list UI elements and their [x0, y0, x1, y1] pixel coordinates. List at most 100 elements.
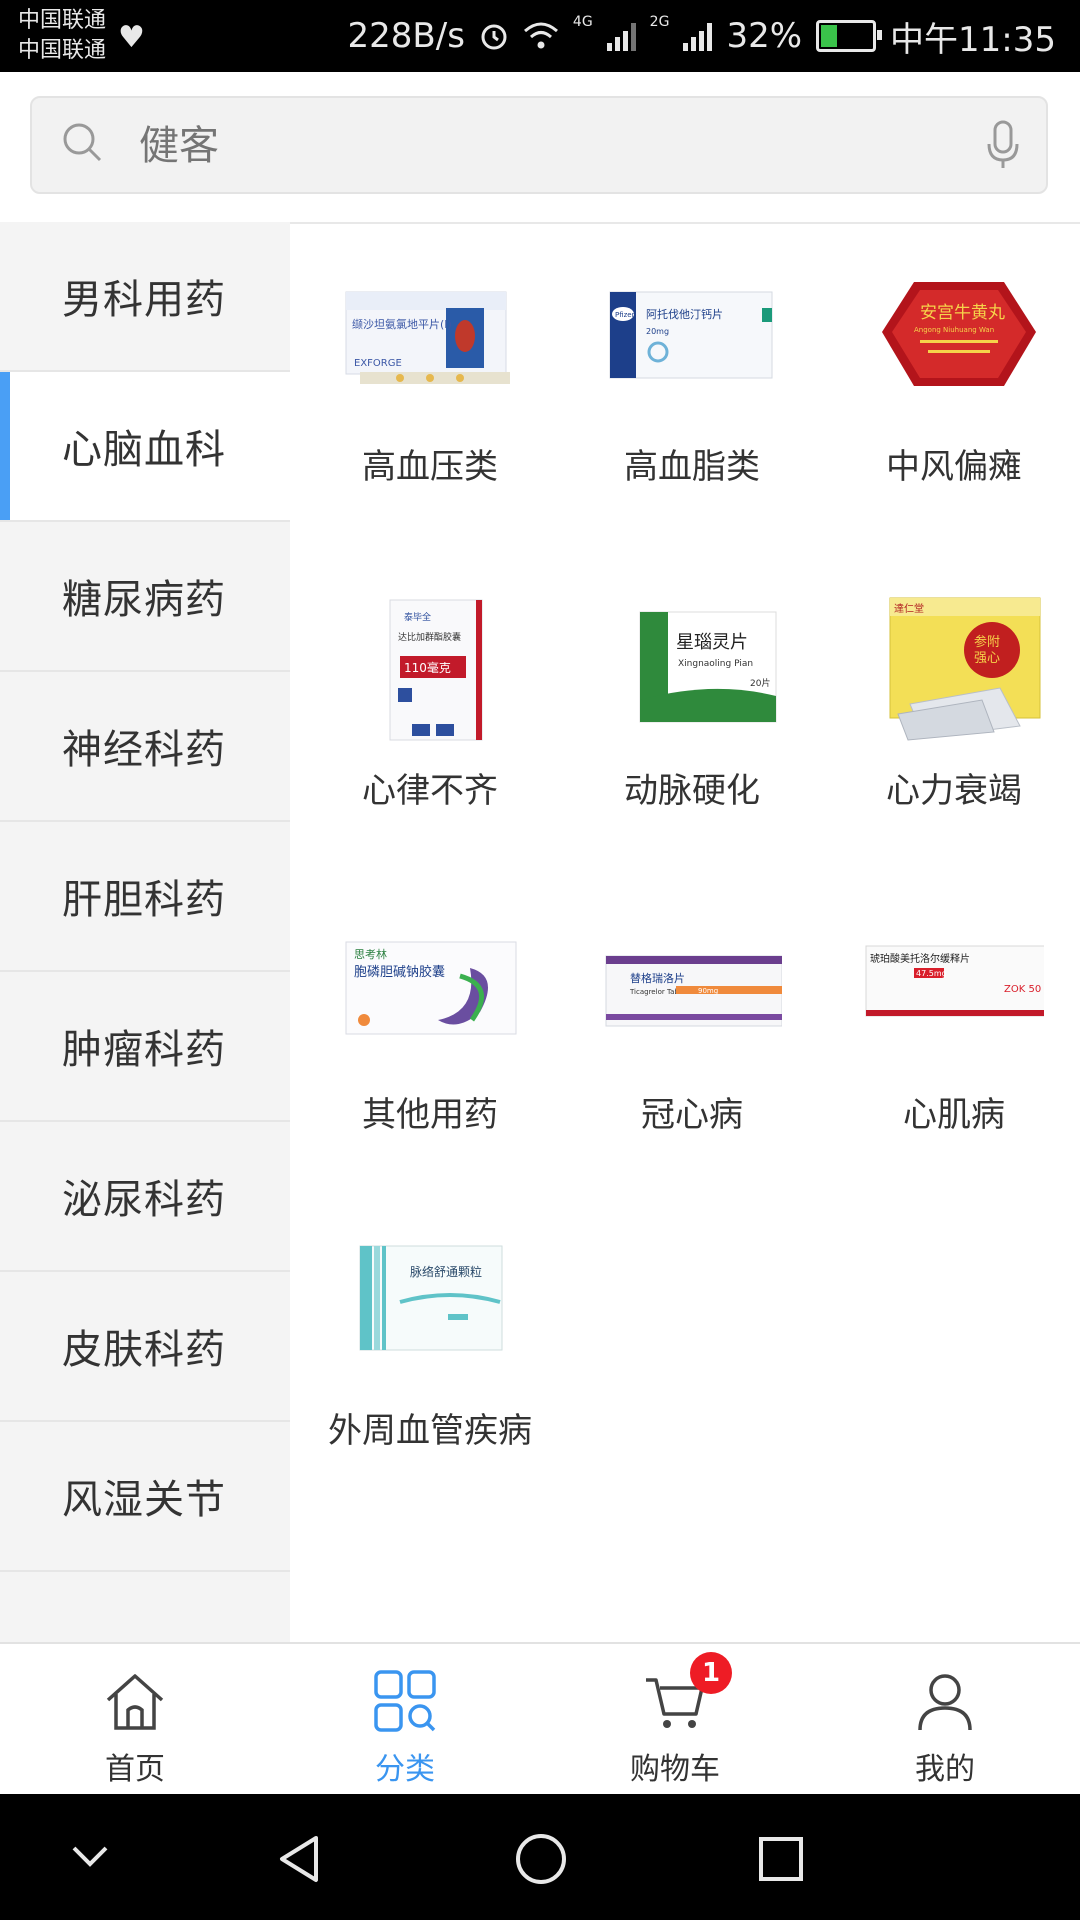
- subcategory-arrhythmia[interactable]: 泰毕全 达比加群酯胶囊 110毫克 心律不齐: [320, 592, 540, 814]
- subcategory-coronary-heart[interactable]: 替格瑞洛片 Ticagrelor Tablets 90mg 冠心病: [582, 916, 802, 1138]
- signal-2-icon: [683, 21, 713, 51]
- svg-text:强心: 强心: [974, 651, 1000, 666]
- search-input[interactable]: [137, 98, 941, 194]
- svg-text:Pfizer: Pfizer: [615, 311, 635, 319]
- svg-text:Angong Niuhuang Wan: Angong Niuhuang Wan: [914, 326, 994, 334]
- svg-text:琥珀酸美托洛尔缓释片: 琥珀酸美托洛尔缓释片: [870, 952, 970, 965]
- tab-mine-label: 我的: [915, 1752, 975, 1787]
- sidebar-item-urology[interactable]: 泌尿科药: [0, 1122, 290, 1272]
- product-image: Pfizer 阿托伐他汀钙片 20mg: [609, 291, 773, 379]
- network-type-2: 2G: [649, 14, 670, 30]
- user-icon: [918, 1674, 972, 1731]
- subcategory-cardiomyopathy[interactable]: 琥珀酸美托洛尔缓释片 47.5mg ZOK 50 心肌病: [844, 916, 1064, 1138]
- search-bar[interactable]: [30, 96, 1048, 194]
- subcategory-label: 冠心病: [641, 1095, 743, 1135]
- product-image: 缬沙坦氨氯地平片(I) EXFORGE: [345, 291, 510, 384]
- sidebar-item-hepatobiliary[interactable]: 肝胆科药: [0, 822, 290, 972]
- tab-home[interactable]: 首页: [0, 1644, 270, 1796]
- home-icon: [106, 1674, 164, 1730]
- tab-cart[interactable]: 购物车: [540, 1644, 810, 1796]
- subcategory-label: 心律不齐: [362, 771, 498, 811]
- battery-icon: [816, 20, 883, 52]
- alarm-icon: [481, 24, 507, 50]
- back-icon[interactable]: [276, 1834, 322, 1884]
- svg-text:ZOK 50: ZOK 50: [1004, 984, 1041, 995]
- subcategory-arteriosclerosis[interactable]: 星瑙灵片 Xingnaoling Pian 20片 动脉硬化: [582, 592, 802, 814]
- subcategory-peripheral-vascular[interactable]: 脉络舒通颗粒 外周血管疾病: [320, 1232, 540, 1454]
- sidebar-item-oncology[interactable]: 肿瘤科药: [0, 972, 290, 1122]
- category-icon: [374, 1670, 436, 1732]
- search-header: [0, 72, 1080, 224]
- chevron-down-icon[interactable]: [70, 1842, 110, 1872]
- svg-text:90mg: 90mg: [698, 987, 718, 995]
- svg-text:20mg: 20mg: [646, 327, 669, 336]
- svg-text:达比加群酯胶囊: 达比加群酯胶囊: [398, 631, 461, 643]
- status-bar: 中国联通 中国联通 ♥ 228B/s 4G 2G 32% 中午11:35: [0, 0, 1080, 72]
- subcategory-heart-failure[interactable]: 達仁堂 参附 强心 心力衰竭: [844, 592, 1064, 814]
- bottom-tab-bar: 首页 分类 购物车 1 我的: [0, 1642, 1080, 1796]
- svg-text:達仁堂: 達仁堂: [894, 603, 924, 615]
- subcategory-hypertension[interactable]: 缬沙坦氨氯地平片(I) EXFORGE 高血压类: [320, 268, 540, 490]
- wifi-icon: [523, 22, 558, 49]
- svg-text:EXFORGE: EXFORGE: [354, 358, 402, 369]
- home-circle-icon[interactable]: [514, 1832, 568, 1886]
- subcategory-label: 其他用药: [362, 1095, 498, 1135]
- subcategory-label: 高血脂类: [624, 447, 760, 487]
- subcategory-label: 外周血管疾病: [328, 1411, 532, 1451]
- search-icon: [63, 123, 102, 162]
- tab-category[interactable]: 分类: [270, 1644, 540, 1796]
- sidebar-item-neurology[interactable]: 神经科药: [0, 672, 290, 822]
- signal-1-icon: [606, 21, 636, 51]
- category-sidebar: 男科用药 心脑血科 糖尿病药 神经科药 肝胆科药 肿瘤科药 泌尿科药 皮肤科药 …: [0, 222, 290, 1642]
- tab-home-label: 首页: [105, 1752, 165, 1787]
- product-image: 琥珀酸美托洛尔缓释片 47.5mg ZOK 50: [865, 945, 1047, 1017]
- svg-text:思考林: 思考林: [354, 947, 387, 961]
- product-image: 泰毕全 达比加群酯胶囊 110毫克: [389, 599, 483, 741]
- subcategory-label: 心力衰竭: [886, 771, 1022, 811]
- svg-text:47.5mg: 47.5mg: [916, 969, 947, 978]
- svg-text:安宫牛黄丸: 安宫牛黄丸: [920, 303, 1005, 323]
- recent-apps-icon[interactable]: [756, 1834, 806, 1884]
- sidebar-item-cardio-cerebral[interactable]: 心脑血科: [0, 372, 290, 522]
- tab-category-label: 分类: [375, 1752, 435, 1787]
- network-speed: 228B/s: [347, 16, 465, 56]
- product-image: 達仁堂 参附 强心: [889, 597, 1041, 741]
- subcategory-label: 高血压类: [362, 447, 498, 487]
- cart-count-badge: 1: [690, 1652, 732, 1694]
- carrier-1: 中国联通: [18, 8, 107, 33]
- svg-text:替格瑞洛片: 替格瑞洛片: [630, 971, 685, 985]
- svg-text:脉络舒通颗粒: 脉络舒通颗粒: [410, 1264, 482, 1279]
- svg-text:阿托伐他汀钙片: 阿托伐他汀钙片: [646, 307, 723, 321]
- sidebar-item-rheumatism[interactable]: 风湿关节: [0, 1422, 290, 1572]
- sidebar-item-diabetes[interactable]: 糖尿病药: [0, 522, 290, 672]
- battery-percent: 32%: [726, 16, 803, 56]
- product-image: 替格瑞洛片 Ticagrelor Tablets 90mg: [605, 955, 783, 1027]
- sidebar-item-mens-health[interactable]: 男科用药: [0, 222, 290, 372]
- svg-text:20片: 20片: [750, 677, 770, 689]
- svg-text:星瑙灵片: 星瑙灵片: [676, 632, 748, 653]
- heart-icon: ♥: [118, 20, 145, 55]
- product-image: 思考林 胞磷胆碱钠胶囊: [345, 941, 517, 1035]
- subcategory-other-drugs[interactable]: 思考林 胞磷胆碱钠胶囊 其他用药: [320, 916, 540, 1138]
- microphone-icon[interactable]: [986, 120, 1020, 170]
- network-type-1: 4G: [572, 14, 593, 30]
- subcategory-hyperlipidemia[interactable]: Pfizer 阿托伐他汀钙片 20mg 高血脂类: [582, 268, 802, 490]
- clock: 中午11:35: [890, 19, 1056, 60]
- product-image: 星瑙灵片 Xingnaoling Pian 20片: [639, 611, 777, 723]
- sidebar-item-dermatology[interactable]: 皮肤科药: [0, 1272, 290, 1422]
- tab-cart-label: 购物车: [630, 1752, 720, 1787]
- subcategory-label: 心肌病: [903, 1095, 1005, 1135]
- tab-mine[interactable]: 我的: [810, 1644, 1080, 1796]
- svg-text:缬沙坦氨氯地平片(I): 缬沙坦氨氯地平片(I): [352, 317, 452, 331]
- subcategory-label: 中风偏瘫: [886, 447, 1022, 487]
- subcategory-label: 动脉硬化: [624, 771, 760, 811]
- sidebar-item-partial[interactable]: [0, 1572, 290, 1642]
- subcategory-stroke[interactable]: 安宫牛黄丸 Angong Niuhuang Wan 中风偏瘫: [844, 268, 1064, 490]
- system-nav-bar: [0, 1794, 1080, 1920]
- status-indicators: 228B/s 4G 2G 32% 中午11:35: [348, 0, 1056, 72]
- carrier-labels: 中国联通 中国联通: [18, 6, 106, 66]
- product-image: 安宫牛黄丸 Angong Niuhuang Wan: [882, 282, 1036, 386]
- product-image: 脉络舒通颗粒: [359, 1245, 503, 1351]
- svg-text:110毫克: 110毫克: [404, 660, 451, 675]
- svg-text:胞磷胆碱钠胶囊: 胞磷胆碱钠胶囊: [354, 964, 445, 980]
